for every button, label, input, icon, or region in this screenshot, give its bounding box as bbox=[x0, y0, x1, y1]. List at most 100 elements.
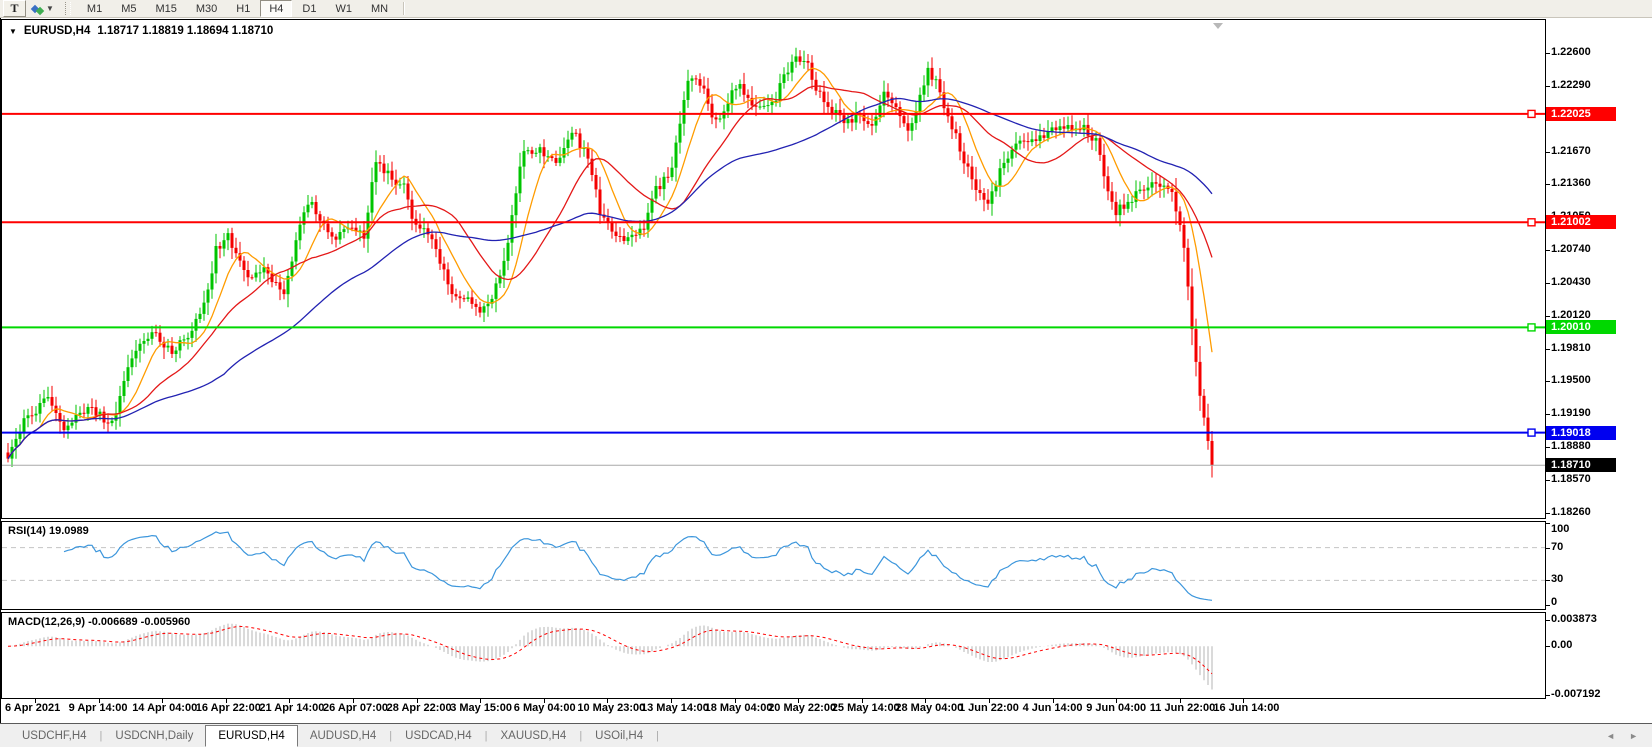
level-price-label[interactable]: 1.22025 bbox=[1546, 107, 1616, 121]
chart-shift-marker[interactable] bbox=[1213, 23, 1223, 29]
timeframe-button-h4[interactable]: H4 bbox=[260, 0, 292, 17]
rsi-axis-tick bbox=[1546, 580, 1550, 581]
chart-tab-usdcnh-daily[interactable]: USDCNH,Daily bbox=[103, 726, 205, 746]
toolbar-grip[interactable] bbox=[65, 2, 71, 15]
time-axis-label: 6 May 04:00 bbox=[514, 702, 576, 714]
time-axis-tick bbox=[1116, 699, 1117, 703]
rsi-panel[interactable]: RSI(14) 19.0989 bbox=[1, 521, 1546, 610]
diamond-icon bbox=[36, 7, 44, 15]
rsi-axis-label: 0 bbox=[1551, 596, 1557, 608]
macd-panel[interactable]: MACD(12,26,9) -0.006689 -0.005960 bbox=[1, 612, 1546, 699]
time-axis-label: 1 Jun 22:00 bbox=[959, 702, 1019, 714]
time-axis-label: 13 May 14:00 bbox=[641, 702, 709, 714]
time-axis-label: 10 May 23:00 bbox=[577, 702, 645, 714]
time-axis-label: 4 Jun 14:00 bbox=[1023, 702, 1083, 714]
time-axis-tick bbox=[1180, 699, 1181, 703]
time-axis-label: 6 Apr 2021 bbox=[5, 702, 60, 714]
chart-tab-usoil-h4[interactable]: USOil,H4 bbox=[583, 726, 655, 746]
time-axis-label: 21 Apr 14:00 bbox=[259, 702, 324, 714]
time-axis-label: 25 May 14:00 bbox=[832, 702, 900, 714]
level-price-label[interactable]: 1.20010 bbox=[1546, 320, 1616, 334]
chart-tab-bar: USDCHF,H4|USDCNH,DailyEURUSD,H4AUDUSD,H4… bbox=[0, 723, 1652, 747]
time-axis-tick bbox=[353, 699, 354, 703]
timeframe-button-h1[interactable]: H1 bbox=[227, 0, 259, 17]
candlestick-chart[interactable] bbox=[2, 20, 1545, 518]
price-axis-label: 1.22290 bbox=[1551, 79, 1591, 91]
chart-tab-eurusd-h4[interactable]: EURUSD,H4 bbox=[205, 725, 297, 747]
price-axis-label: 1.18260 bbox=[1551, 506, 1591, 518]
price-axis-tick bbox=[1546, 381, 1550, 382]
chart-title: ▼ EURUSD,H4 1.18717 1.18819 1.18694 1.18… bbox=[9, 25, 273, 37]
main-chart-panel[interactable]: ▼ EURUSD,H4 1.18717 1.18819 1.18694 1.18… bbox=[1, 19, 1546, 519]
time-axis-label: 14 Apr 04:00 bbox=[132, 702, 197, 714]
chart-tab-usdcad-h4[interactable]: USDCAD,H4 bbox=[393, 726, 483, 746]
price-axis-tick bbox=[1546, 53, 1550, 54]
price-axis-label: 1.18880 bbox=[1551, 440, 1591, 452]
window-menu-icon[interactable]: ▼ bbox=[9, 27, 17, 36]
price-axis-tick bbox=[1546, 480, 1550, 481]
rsi-title: RSI(14) 19.0989 bbox=[8, 525, 89, 537]
rsi-chart[interactable] bbox=[2, 522, 1545, 609]
chart-tab-audusd-h4[interactable]: AUDUSD,H4 bbox=[298, 726, 388, 746]
time-axis-label: 28 Apr 22:00 bbox=[387, 702, 452, 714]
time-axis-tick bbox=[1053, 699, 1054, 703]
macd-axis-label: 0.00 bbox=[1551, 639, 1572, 651]
macd-axis-tick bbox=[1546, 695, 1550, 696]
mt4-window: T ▼ M1M5M15M30H1H4D1W1MN ▼ EURUSD,H4 1.1… bbox=[0, 0, 1652, 747]
price-axis-tick bbox=[1546, 184, 1550, 185]
rsi-axis-label: 70 bbox=[1551, 541, 1563, 553]
price-axis-tick bbox=[1546, 316, 1550, 317]
tabs-scroll-left-icon[interactable]: ◄ bbox=[1606, 731, 1615, 741]
price-axis-label: 1.18570 bbox=[1551, 473, 1591, 485]
timeframe-button-m1[interactable]: M1 bbox=[78, 0, 111, 17]
time-axis-label: 26 Apr 07:00 bbox=[323, 702, 388, 714]
text-tool-button[interactable]: T bbox=[3, 0, 26, 17]
timeframe-button-m15[interactable]: M15 bbox=[146, 0, 185, 17]
tabs-scroll-right-icon[interactable]: ► bbox=[1629, 731, 1638, 741]
time-axis-label: 18 May 04:00 bbox=[705, 702, 773, 714]
time-axis-tick bbox=[862, 699, 863, 703]
time-axis-tick bbox=[735, 699, 736, 703]
time-axis-tick bbox=[162, 699, 163, 703]
ohlc-values: 1.18717 1.18819 1.18694 1.18710 bbox=[97, 25, 273, 37]
time-axis-tick bbox=[544, 699, 545, 703]
timeframe-button-mn[interactable]: MN bbox=[362, 0, 397, 17]
price-axis-tick bbox=[1546, 250, 1550, 251]
level-price-label[interactable]: 1.19018 bbox=[1546, 426, 1616, 440]
chevron-down-icon: ▼ bbox=[46, 4, 54, 13]
rsi-axis-tick bbox=[1546, 605, 1550, 606]
price-axis-tick bbox=[1546, 86, 1550, 87]
chart-tab-usdchf-h4[interactable]: USDCHF,H4 bbox=[10, 726, 99, 746]
price-axis-label: 1.20430 bbox=[1551, 276, 1591, 288]
time-axis-label: 9 Jun 04:00 bbox=[1086, 702, 1146, 714]
time-axis-tick bbox=[99, 699, 100, 703]
time-axis-label: 28 May 04:00 bbox=[895, 702, 963, 714]
time-axis-tick bbox=[289, 699, 290, 703]
time-axis-tick bbox=[480, 699, 481, 703]
time-axis-tick bbox=[607, 699, 608, 703]
rsi-axis-label: 100 bbox=[1551, 523, 1569, 535]
macd-axis-label: 0.003873 bbox=[1551, 613, 1597, 625]
chart-window: ▼ EURUSD,H4 1.18717 1.18819 1.18694 1.18… bbox=[0, 18, 1652, 723]
timeframe-button-d1[interactable]: D1 bbox=[293, 0, 325, 17]
timeframe-button-m30[interactable]: M30 bbox=[187, 0, 226, 17]
time-axis-tick bbox=[989, 699, 990, 703]
timeframe-button-w1[interactable]: W1 bbox=[326, 0, 361, 17]
tab-navigation: ◄ ► bbox=[1606, 731, 1652, 741]
time-axis-tick bbox=[35, 699, 36, 703]
timeframe-button-m5[interactable]: M5 bbox=[112, 0, 145, 17]
time-axis-tick bbox=[925, 699, 926, 703]
price-axis-label: 1.19190 bbox=[1551, 407, 1591, 419]
chart-tab-xauusd-h4[interactable]: XAUUSD,H4 bbox=[488, 726, 578, 746]
level-price-label[interactable]: 1.21002 bbox=[1546, 215, 1616, 229]
price-axis-tick bbox=[1546, 152, 1550, 153]
timeframe-group: M1M5M15M30H1H4D1W1MN bbox=[78, 0, 397, 17]
time-axis-tick bbox=[226, 699, 227, 703]
time-axis-label: 3 May 15:00 bbox=[450, 702, 512, 714]
objects-palette-icon[interactable]: ▼ bbox=[28, 1, 58, 16]
time-axis-label: 9 Apr 14:00 bbox=[69, 702, 128, 714]
macd-chart[interactable] bbox=[2, 613, 1545, 698]
toolbar: T ▼ M1M5M15M30H1H4D1W1MN bbox=[0, 0, 1652, 18]
rsi-axis-tick bbox=[1546, 548, 1550, 549]
price-axis-tick bbox=[1546, 349, 1550, 350]
